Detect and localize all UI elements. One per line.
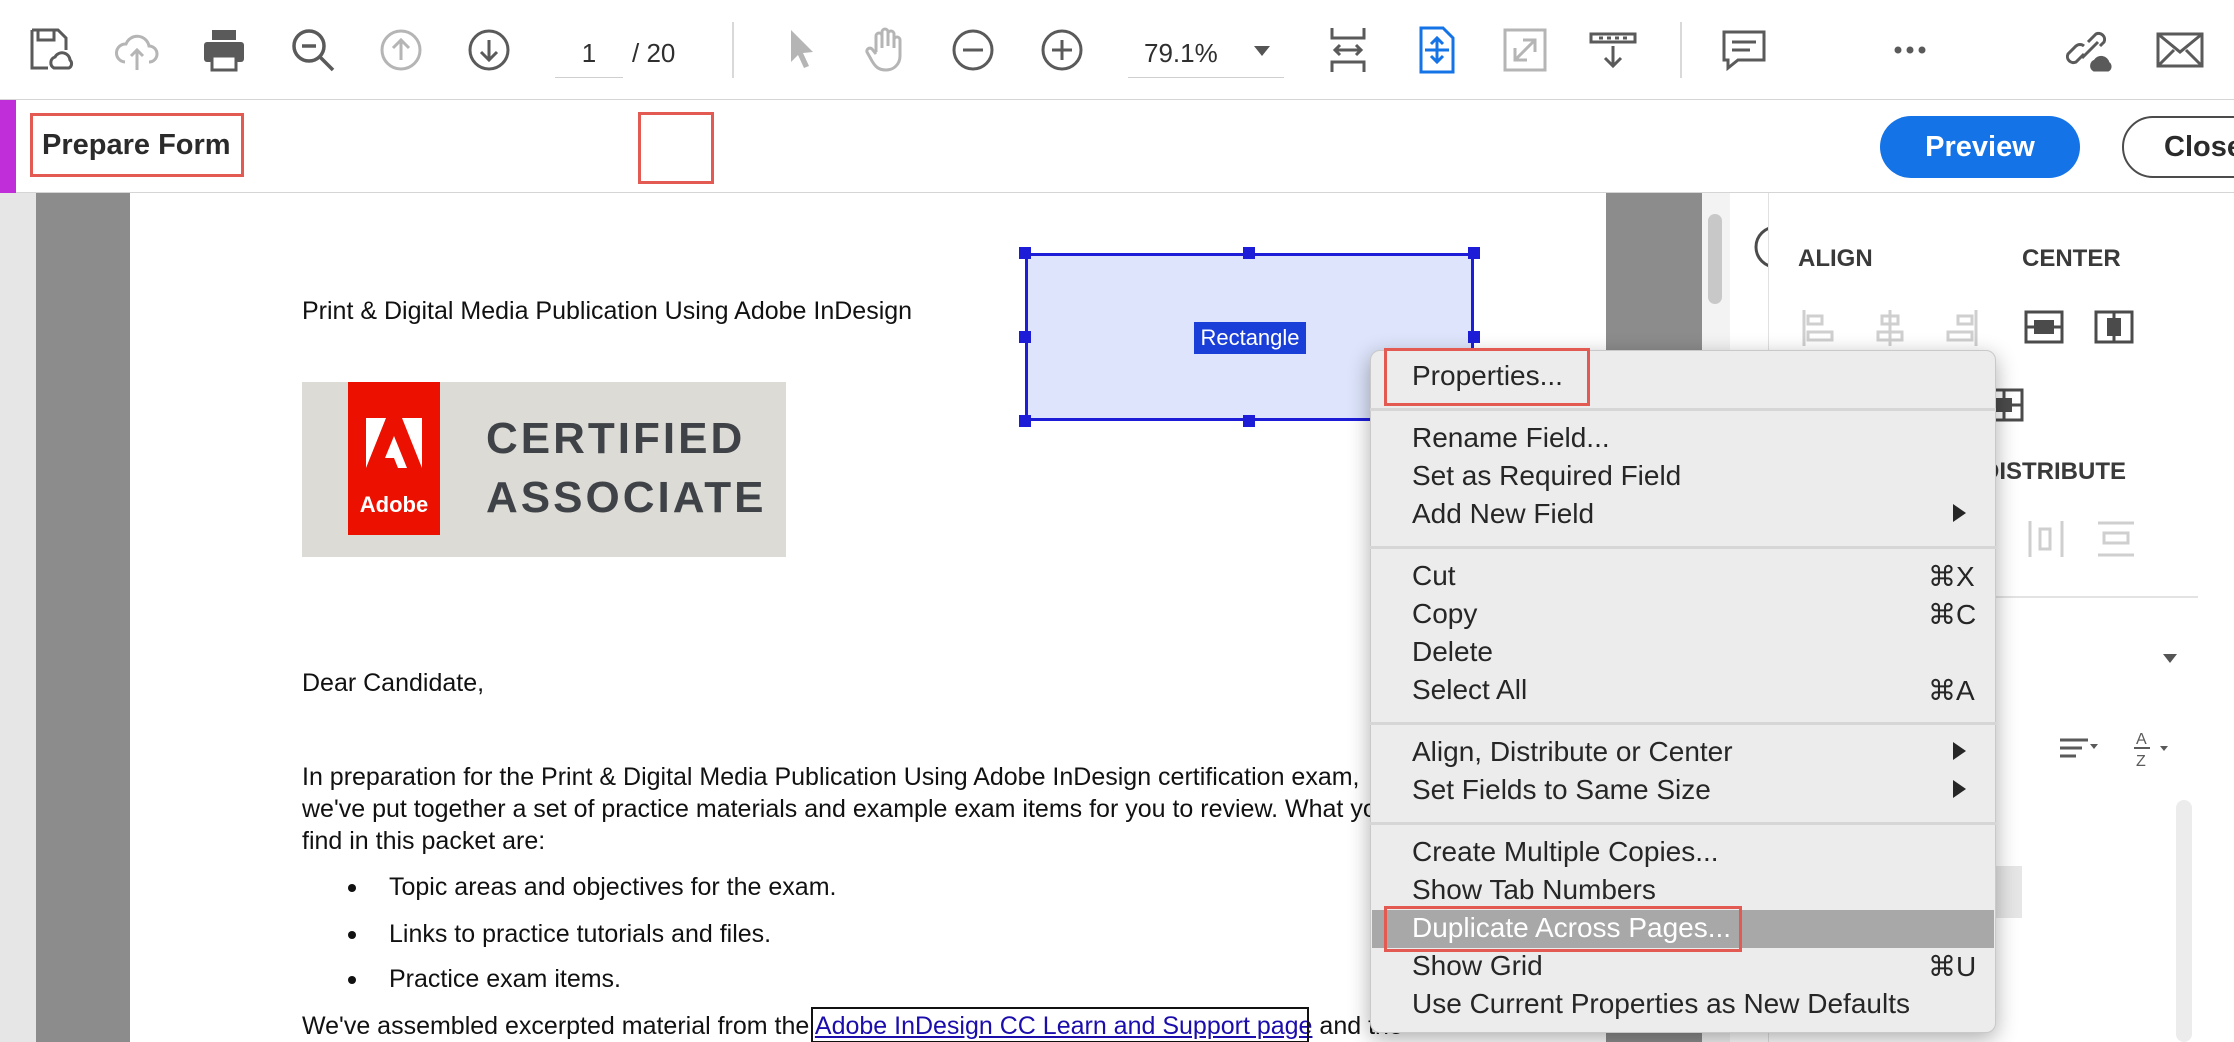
sort-icon[interactable] <box>2056 728 2100 772</box>
greeting: Dear Candidate, <box>302 669 485 697</box>
center-heading: CENTER <box>2022 245 2121 272</box>
shortcut-cut: ⌘X <box>1928 561 1975 592</box>
select-arrow-icon[interactable] <box>773 22 829 78</box>
bullet-icon <box>348 931 356 939</box>
chevron-down-icon[interactable] <box>2163 654 2177 663</box>
submenu-arrow-icon <box>1953 742 1966 760</box>
link-field-outline <box>811 1007 1309 1042</box>
align-heading: ALIGN <box>1798 245 1873 272</box>
svg-text:Z: Z <box>2136 753 2146 770</box>
document-left-gutter <box>0 193 36 1042</box>
shortcut-show-grid: ⌘U <box>1928 951 1977 982</box>
zoom-in-icon[interactable] <box>1034 22 1090 78</box>
prepare-form-title: Prepare Form <box>30 113 244 177</box>
center-vertical-icon[interactable] <box>2092 306 2136 350</box>
svg-text:A: A <box>2136 731 2147 748</box>
resize-handle[interactable] <box>1019 415 1031 427</box>
adobe-logo-text: Adobe <box>359 492 429 517</box>
associate-text: ASSOCIATE <box>486 473 767 522</box>
document-scrollbar-thumb[interactable] <box>1708 214 1722 304</box>
page-number-input[interactable]: 1 <box>555 30 623 78</box>
page-total: / 20 <box>632 38 676 68</box>
align-left-icon[interactable] <box>1798 306 1842 350</box>
comment-icon[interactable] <box>1716 22 1772 78</box>
align-center-icon[interactable] <box>1868 306 1912 350</box>
full-screen-icon[interactable] <box>1497 22 1553 78</box>
distribute-heading: DISTRIBUTE <box>1982 458 2126 485</box>
tool-accent-bar <box>0 100 16 193</box>
menu-item-select-all[interactable]: Select All <box>1412 674 1527 706</box>
last-line-prefix: We've assembled excerpted material from … <box>302 1012 815 1040</box>
field-name-label: Rectangle <box>1194 322 1306 354</box>
chevron-down-icon[interactable] <box>1254 46 1270 56</box>
resize-handle[interactable] <box>1243 415 1255 427</box>
save-cloud-icon[interactable] <box>22 22 78 78</box>
email-icon[interactable] <box>2152 22 2208 78</box>
paragraph-line: In preparation for the Print & Digital M… <box>302 763 1360 791</box>
menu-separator <box>1370 822 1996 825</box>
align-right-icon[interactable] <box>1938 306 1982 350</box>
paragraph-line: we've put together a set of practice mat… <box>302 795 1377 823</box>
page-up-icon[interactable] <box>373 22 429 78</box>
separator <box>732 22 734 78</box>
resize-handle[interactable] <box>1243 247 1255 259</box>
upload-cloud-icon[interactable] <box>109 22 165 78</box>
list-item: Topic areas and objectives for the exam. <box>389 873 837 901</box>
certified-text: CERTIFIED <box>486 414 746 463</box>
sort-alpha-icon[interactable]: AZ <box>2130 726 2174 770</box>
duplicate-highlight <box>1384 906 1742 952</box>
paragraph-line: find in this packet are: <box>302 827 546 855</box>
menu-item-align-distribute[interactable]: Align, Distribute or Center <box>1412 736 1733 768</box>
bullet-icon <box>348 884 356 892</box>
menu-item-same-size[interactable]: Set Fields to Same Size <box>1412 774 1711 806</box>
resize-handle[interactable] <box>1468 247 1480 259</box>
scroll-mode-icon[interactable] <box>1409 22 1465 78</box>
resize-handle[interactable] <box>1019 331 1031 343</box>
menu-item-show-grid[interactable]: Show Grid <box>1412 950 1543 982</box>
zoom-out-icon[interactable] <box>945 22 1001 78</box>
share-link-icon[interactable] <box>2062 22 2118 78</box>
shortcut-copy: ⌘C <box>1928 599 1977 630</box>
distribute-horizontal-icon[interactable] <box>2024 517 2068 561</box>
center-horizontal-icon[interactable] <box>2022 306 2066 350</box>
properties-highlight <box>1384 348 1590 406</box>
menu-item-copy[interactable]: Copy <box>1412 598 1477 630</box>
menu-item-add-new-field[interactable]: Add New Field <box>1412 498 1594 530</box>
more-icon[interactable] <box>1882 22 1938 78</box>
menu-item-use-current-properties[interactable]: Use Current Properties as New Defaults <box>1412 988 1910 1020</box>
resize-handle[interactable] <box>1468 331 1480 343</box>
list-item: Links to practice tutorials and files. <box>389 920 772 948</box>
preview-button[interactable]: Preview <box>1880 116 2080 178</box>
document-title-line: Print & Digital Media Publication Using … <box>302 297 913 325</box>
top-toolbar: 1 / 20 79.1% <box>0 0 2234 100</box>
menu-separator <box>1370 722 1996 725</box>
menu-item-cut[interactable]: Cut <box>1412 560 1456 592</box>
text-tool-highlight <box>638 112 714 184</box>
zoom-search-icon[interactable] <box>285 22 341 78</box>
bullet-icon <box>348 976 356 984</box>
submenu-arrow-icon <box>1953 504 1966 522</box>
print-icon[interactable] <box>196 22 252 78</box>
separator <box>1680 22 1682 78</box>
hand-tool-icon[interactable] <box>858 22 914 78</box>
menu-item-set-required[interactable]: Set as Required Field <box>1412 460 1681 492</box>
submenu-arrow-icon <box>1953 780 1966 798</box>
menu-item-delete[interactable]: Delete <box>1412 636 1493 668</box>
read-mode-icon[interactable] <box>1585 22 1641 78</box>
list-item: Practice exam items. <box>389 965 622 993</box>
panel-scrollbar[interactable] <box>2176 800 2192 1042</box>
menu-item-create-copies[interactable]: Create Multiple Copies... <box>1412 836 1719 868</box>
shortcut-select-all: ⌘A <box>1928 675 1975 706</box>
menu-item-show-tab-numbers[interactable]: Show Tab Numbers <box>1412 874 1656 906</box>
close-button[interactable]: Close <box>2122 116 2234 178</box>
menu-separator <box>1370 546 1996 549</box>
menu-item-rename-field[interactable]: Rename Field... <box>1412 422 1610 454</box>
distribute-vertical-icon[interactable] <box>2094 517 2138 561</box>
resize-handle[interactable] <box>1019 247 1031 259</box>
page-down-icon[interactable] <box>461 22 517 78</box>
fit-page-icon[interactable] <box>1320 22 1376 78</box>
menu-separator <box>1370 408 1996 411</box>
